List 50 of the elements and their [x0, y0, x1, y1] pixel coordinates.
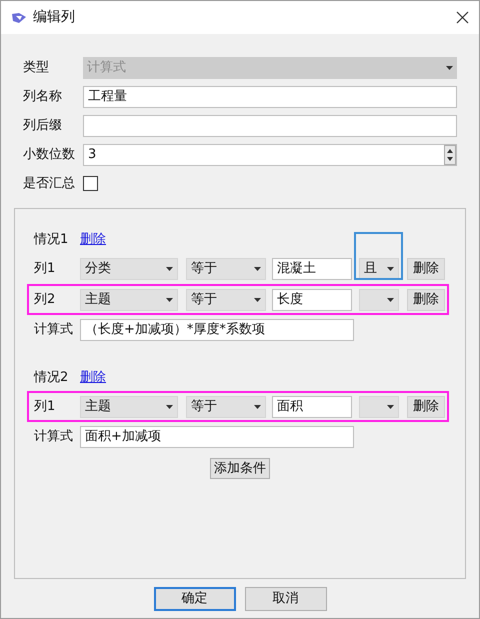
- row-label: 列1: [34, 398, 56, 416]
- add-condition-button[interactable]: 添加条件: [210, 458, 270, 479]
- field-label: 列名称: [23, 88, 63, 106]
- dialog-button[interactable]: 取消: [244, 587, 326, 611]
- delete-link[interactable]: 删除: [80, 368, 106, 388]
- input-field[interactable]: 工程量: [83, 86, 457, 108]
- caret-icon: [254, 298, 261, 302]
- spinner-icon[interactable]: [444, 144, 456, 164]
- number-field[interactable]: 3: [83, 144, 457, 166]
- caret-icon: [254, 404, 261, 408]
- delete-link[interactable]: 删除: [80, 230, 106, 250]
- delete-button[interactable]: 删除: [407, 396, 445, 418]
- case-title: 情况2: [34, 369, 70, 388]
- app-icon: [11, 12, 27, 24]
- field-label: 列后缀: [23, 116, 63, 135]
- field-label: 是否汇总: [23, 174, 76, 193]
- row-label: 列1: [34, 260, 56, 278]
- formula-field[interactable]: （长度+加减项）*厚度*系数项: [80, 319, 354, 341]
- close-icon[interactable]: [456, 11, 469, 24]
- delete-button[interactable]: 删除: [407, 288, 445, 310]
- input-field[interactable]: 混凝土: [272, 258, 352, 280]
- dropdown[interactable]: 等于: [186, 396, 266, 418]
- checkbox[interactable]: [83, 176, 98, 191]
- dropdown[interactable]: 主题: [80, 396, 178, 418]
- caret-icon: [166, 298, 173, 302]
- formula-field[interactable]: 面积+加减项: [80, 426, 354, 448]
- dialog-button[interactable]: 确定: [154, 587, 236, 611]
- caret-icon: [387, 404, 394, 408]
- dropdown[interactable]: 分类: [80, 258, 178, 280]
- delete-button[interactable]: 删除: [407, 258, 445, 280]
- dropdown[interactable]: 等于: [186, 288, 266, 310]
- field-label: 小数位数: [23, 146, 76, 164]
- formula-label: 计算式: [34, 428, 74, 446]
- caret-icon: [254, 266, 261, 270]
- caret-icon: [166, 404, 173, 408]
- input-field[interactable]: 长度: [272, 288, 352, 310]
- dropdown[interactable]: 且: [359, 258, 399, 280]
- caret-icon: [166, 266, 173, 270]
- row-label: 列2: [34, 290, 56, 309]
- caret-icon: [387, 266, 394, 270]
- input-field[interactable]: [83, 114, 457, 136]
- field-label: 类型: [23, 58, 50, 77]
- caret-icon: [387, 298, 394, 302]
- formula-label: 计算式: [34, 321, 74, 340]
- dropdown[interactable]: 主题: [80, 288, 178, 310]
- caret-icon: [446, 66, 453, 70]
- input-field[interactable]: 面积: [272, 396, 352, 418]
- case-title: 情况1: [34, 231, 70, 250]
- window-title: 编辑列: [33, 8, 75, 27]
- dropdown[interactable]: 等于: [186, 258, 266, 280]
